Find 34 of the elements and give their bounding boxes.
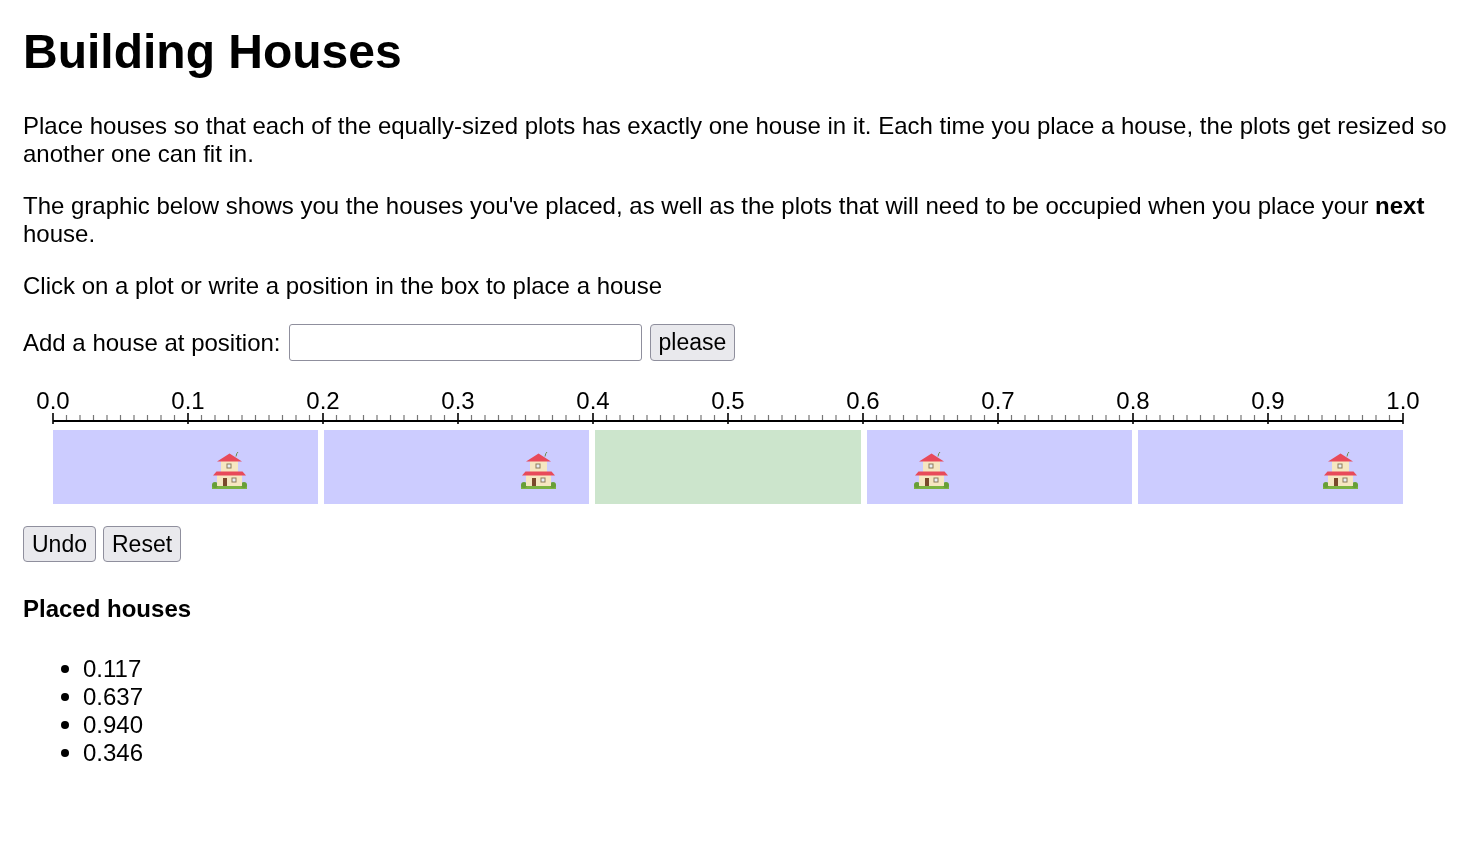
undo-button[interactable]: Undo bbox=[23, 526, 96, 562]
instruction-text: Place houses so that each of the equally-sized plots has exactly one house in it. Each time you place a house, the plots get resized so another one can fit in. bbox=[23, 112, 1448, 168]
tick-label: 1.0 bbox=[1386, 387, 1420, 414]
instruction-text: Click on a plot or write a position in the box to place a house bbox=[23, 272, 664, 300]
position-input[interactable] bbox=[288, 324, 642, 361]
reset-button[interactable]: Reset bbox=[103, 526, 182, 562]
tick-label: 0.3 bbox=[441, 387, 475, 414]
tick-label: 0.0 bbox=[36, 387, 70, 414]
bullet-icon bbox=[61, 721, 69, 729]
plot-area[interactable] bbox=[53, 430, 319, 504]
plot-area[interactable] bbox=[324, 430, 590, 504]
tick-label: 0.2 bbox=[306, 387, 340, 414]
plot-area[interactable] bbox=[1137, 430, 1403, 504]
tick-label: 0.4 bbox=[576, 387, 610, 414]
bullet-icon bbox=[61, 665, 69, 673]
position-label: Add a house at position: bbox=[23, 328, 281, 357]
house-position: 0.346 bbox=[83, 739, 144, 767]
submit-button[interactable]: please bbox=[649, 324, 736, 361]
tick-label: 0.6 bbox=[846, 387, 880, 414]
plot-area[interactable] bbox=[866, 430, 1132, 504]
tick-label: 0.1 bbox=[171, 387, 205, 414]
tick-label: 0.8 bbox=[1116, 387, 1150, 414]
page-title: Building Houses bbox=[23, 24, 403, 80]
bullet-icon bbox=[61, 749, 69, 757]
house-position: 0.940 bbox=[83, 711, 144, 739]
tick-label: 0.5 bbox=[711, 387, 745, 414]
instruction-text: The graphic below shows you the houses you've placed, as well as the plots that will need to be occupied when you place your next house. bbox=[23, 192, 1426, 248]
tick-label: 0.7 bbox=[981, 387, 1015, 414]
house-position: 0.637 bbox=[83, 683, 144, 711]
house-position: 0.117 bbox=[83, 655, 142, 683]
plot-area[interactable] bbox=[595, 430, 861, 504]
bullet-icon bbox=[61, 693, 69, 701]
section-heading: Placed houses bbox=[23, 595, 193, 623]
tick-label: 0.9 bbox=[1251, 387, 1285, 414]
